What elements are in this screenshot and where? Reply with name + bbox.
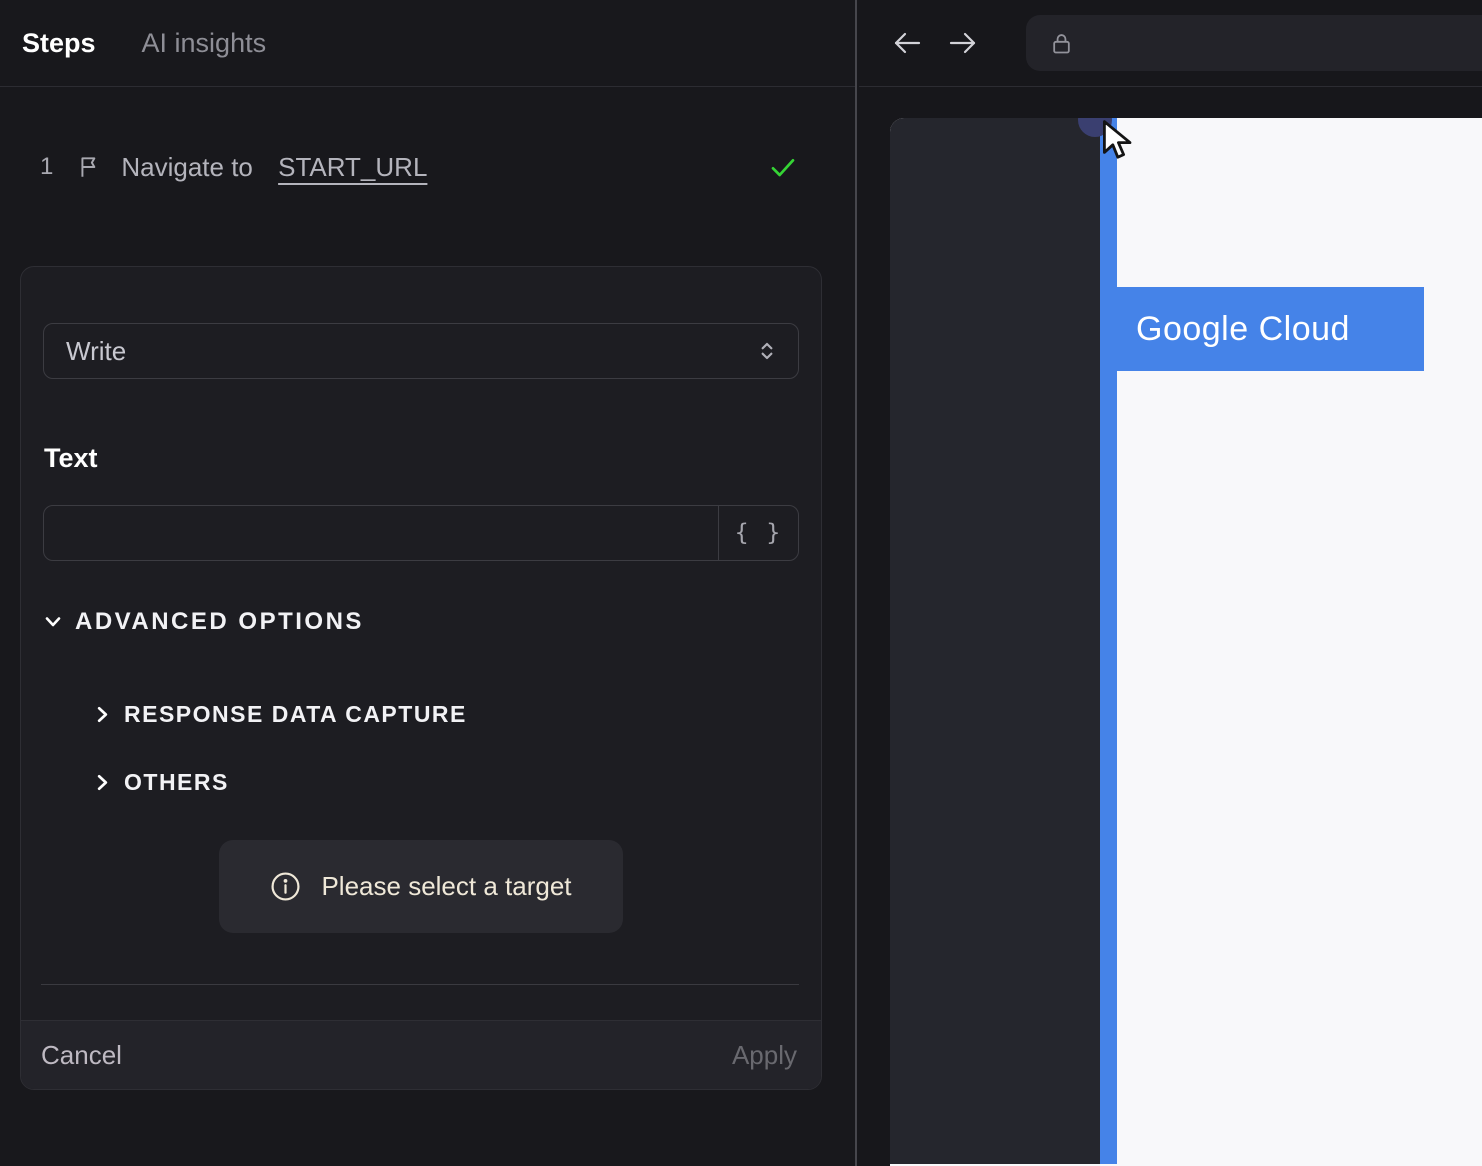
step-editor-card: Write Text { } ADVANCED OPTIONS RESPONSE…: [20, 266, 822, 1090]
action-type-select[interactable]: Write: [43, 323, 799, 379]
address-bar[interactable]: [1026, 15, 1482, 71]
text-field-label: Text: [44, 443, 98, 473]
forward-arrow-icon[interactable]: [947, 29, 979, 57]
browser-panel: Google Cloud: [859, 0, 1482, 1166]
tab-steps[interactable]: Steps: [22, 0, 96, 87]
text-input-group: { }: [43, 505, 799, 561]
action-type-value: Write: [66, 335, 127, 366]
editor-footer: Cancel Apply: [21, 1020, 821, 1089]
text-input[interactable]: [44, 506, 718, 560]
others-toggle[interactable]: OTHERS: [21, 767, 821, 797]
insert-variable-button[interactable]: { }: [718, 506, 798, 560]
chevron-right-icon: [91, 703, 114, 726]
advanced-options-label: ADVANCED OPTIONS: [75, 608, 364, 635]
others-label: OTHERS: [124, 768, 229, 795]
browser-toolbar: [859, 0, 1482, 87]
step-success-check-icon: [767, 151, 799, 183]
back-arrow-icon[interactable]: [891, 29, 923, 57]
page-accent-stripe: [1100, 118, 1117, 1164]
flag-icon: [77, 154, 103, 180]
panel-tabs-header: Steps AI insights: [0, 0, 855, 87]
app-window: Steps AI insights 1 Navigate to START_UR…: [0, 0, 1482, 1166]
info-icon: [270, 871, 301, 902]
steps-panel: Steps AI insights 1 Navigate to START_UR…: [0, 0, 857, 1166]
advanced-options-toggle[interactable]: ADVANCED OPTIONS: [21, 607, 821, 637]
google-cloud-banner[interactable]: Google Cloud: [1100, 287, 1424, 371]
select-target-hint: Please select a target: [219, 840, 623, 933]
step-start-url-link[interactable]: START_URL: [278, 152, 427, 183]
response-data-capture-toggle[interactable]: RESPONSE DATA CAPTURE: [21, 699, 821, 729]
footer-divider: [41, 984, 799, 985]
page-preview[interactable]: Google Cloud: [890, 118, 1482, 1166]
step-number: 1: [40, 153, 54, 180]
select-target-hint-text: Please select a target: [321, 871, 572, 901]
step-row[interactable]: 1 Navigate to START_URL: [0, 138, 855, 196]
select-updown-icon: [754, 338, 780, 364]
response-data-capture-label: RESPONSE DATA CAPTURE: [124, 700, 467, 727]
page-sidebar: [890, 118, 1100, 1164]
cancel-button[interactable]: Cancel: [41, 1040, 122, 1071]
tab-ai-insights[interactable]: AI insights: [142, 0, 267, 87]
apply-button[interactable]: Apply: [732, 1040, 797, 1071]
lock-icon: [1048, 29, 1075, 58]
step-label: Navigate to: [121, 151, 261, 182]
chevron-down-icon: [41, 610, 65, 634]
chevron-right-icon: [91, 771, 114, 794]
